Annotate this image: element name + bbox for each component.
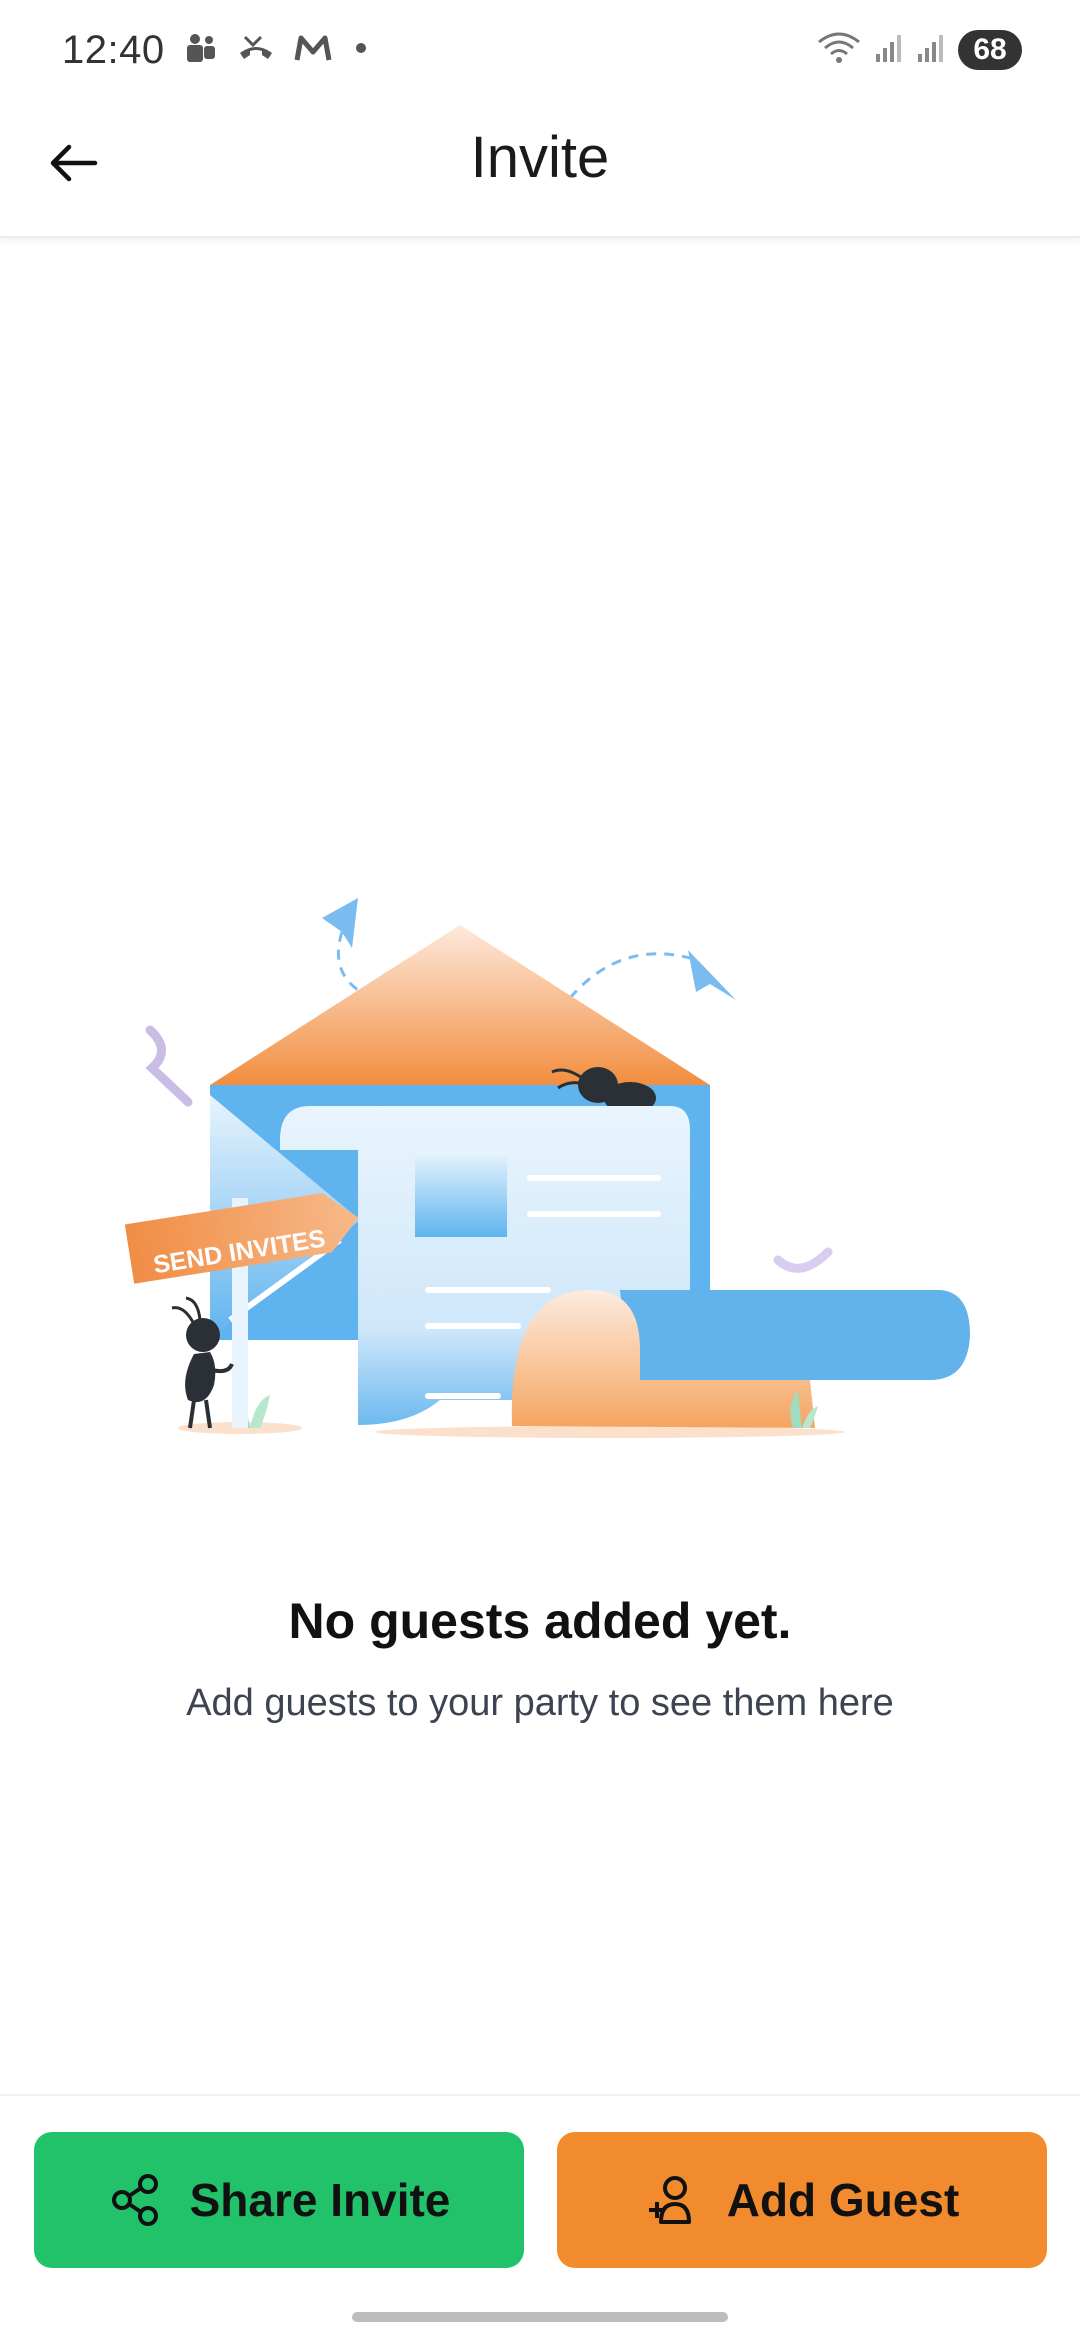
add-guest-label: Add Guest — [726, 2174, 960, 2226]
gmail-icon — [293, 32, 333, 69]
status-left: 12:40 — [62, 28, 371, 73]
empty-state-illustration: SEND INVITES — [110, 880, 970, 1460]
home-indicator[interactable] — [352, 2312, 728, 2322]
teams-icon — [183, 30, 219, 71]
missed-call-icon — [237, 31, 275, 70]
bottom-action-bar: Share Invite Add Guest — [0, 2094, 1080, 2340]
status-time: 12:40 — [62, 27, 165, 72]
share-invite-button[interactable]: Share Invite — [34, 2132, 524, 2268]
share-invite-label: Share Invite — [189, 2174, 451, 2226]
wifi-icon — [816, 30, 862, 71]
status-bar: 12:40 68 — [0, 0, 1080, 100]
empty-state-subtitle: Add guests to your party to see them her… — [186, 1682, 894, 1724]
empty-state-title: No guests added yet. — [288, 1593, 792, 1649]
add-person-icon — [648, 2176, 691, 2224]
add-guest-button[interactable]: Add Guest — [557, 2132, 1047, 2268]
share-icon — [111, 2174, 158, 2226]
page-title: Invite — [470, 125, 610, 190]
app-bar: Invite — [0, 100, 1080, 238]
status-right: 68 — [816, 30, 1022, 71]
signal-icon — [874, 32, 904, 69]
signal-icon — [916, 32, 946, 69]
battery-indicator: 68 — [958, 30, 1022, 70]
notification-dot-icon — [351, 38, 371, 63]
